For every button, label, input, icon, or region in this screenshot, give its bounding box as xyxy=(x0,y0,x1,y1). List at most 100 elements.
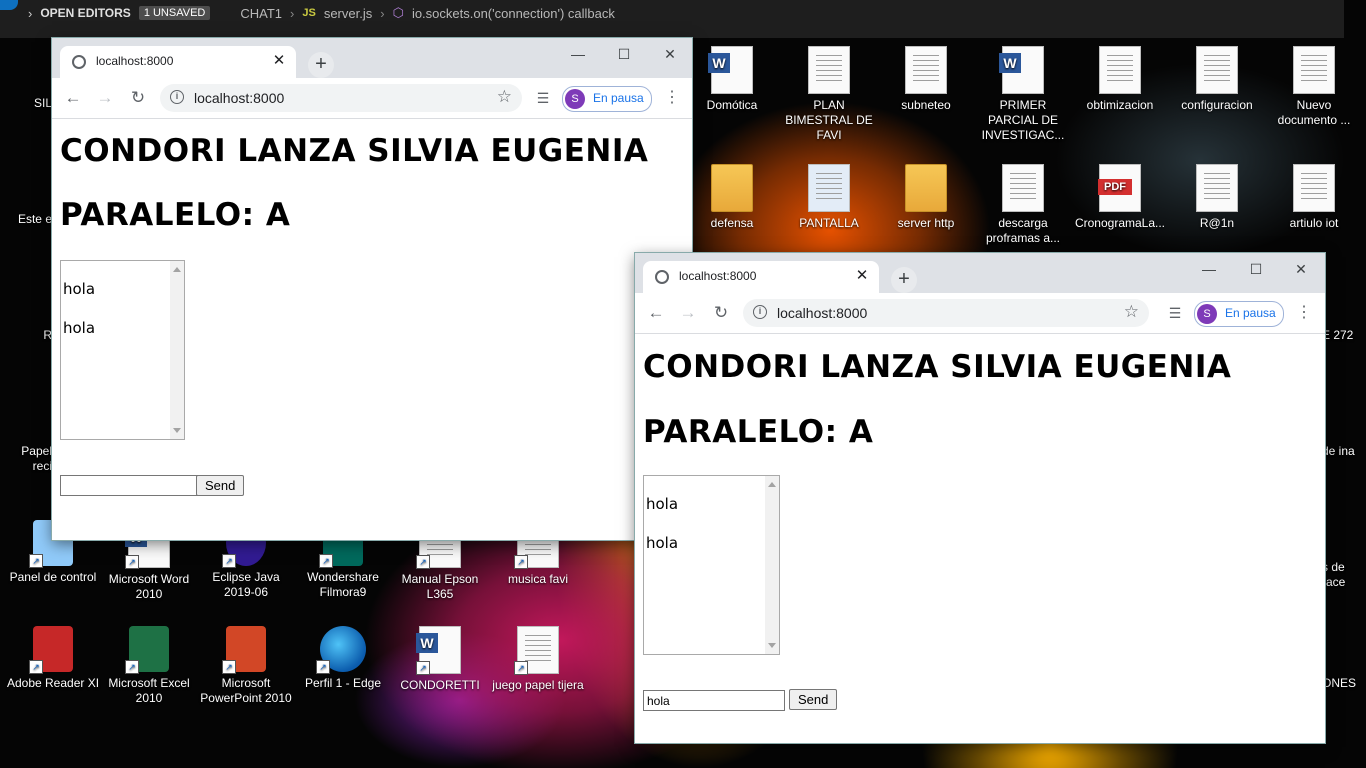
profile-button[interactable]: S En pausa xyxy=(1194,301,1284,327)
media-control-icon[interactable]: ☰ xyxy=(533,88,553,108)
vscode-breadcrumb-bar: › OPEN EDITORS 1 UNSAVED CHAT1 › JS serv… xyxy=(0,0,1344,38)
student-name-heading: CONDORI LANZA SILVIA EUGENIA xyxy=(643,349,1232,385)
desktop-icon[interactable]: W ↗ CONDORETTI xyxy=(392,626,488,693)
chevron-right-icon[interactable]: › xyxy=(28,6,32,21)
desktop-icon-label: CronogramaLa... xyxy=(1074,216,1166,230)
browser-toolbar: ← → ↻ i localhost:8000 ☆ ☰ S En pausa ⋮ xyxy=(52,78,692,119)
minimize-icon[interactable]: — xyxy=(1195,259,1223,279)
close-tab-icon[interactable]: ✕ xyxy=(270,52,288,70)
desktop-icon-label: subneteo xyxy=(901,98,951,112)
forward-arrow-icon[interactable]: → xyxy=(677,302,699,324)
desktop-icon-partial[interactable]: de ina xyxy=(1322,444,1366,459)
scroll-down-arrow-icon[interactable] xyxy=(173,428,181,433)
messages-list[interactable]: hola hola xyxy=(643,475,780,655)
reload-icon[interactable]: ↻ xyxy=(127,87,149,109)
desktop-icon-partial[interactable]: ONES xyxy=(1322,676,1366,691)
desktop-icon-partial[interactable]: E 272 xyxy=(1322,328,1366,343)
open-editors-label[interactable]: OPEN EDITORS xyxy=(40,6,130,20)
maximize-icon[interactable]: ☐ xyxy=(610,44,638,64)
desktop-icon-partial[interactable]: SIL xyxy=(0,96,52,111)
desktop-icon[interactable]: PLAN BIMESTRAL DE FAVI xyxy=(781,46,877,143)
minimize-icon[interactable]: — xyxy=(564,44,592,64)
scrollbar[interactable] xyxy=(765,476,779,654)
desktop-icon[interactable]: server http xyxy=(878,164,974,231)
address-bar[interactable]: i localhost:8000 ☆ xyxy=(160,84,522,112)
maximize-icon[interactable]: ☐ xyxy=(1242,259,1270,279)
scroll-down-arrow-icon[interactable] xyxy=(768,643,776,648)
message-item: hola xyxy=(63,280,96,298)
scroll-up-arrow-icon[interactable] xyxy=(173,267,181,272)
tab-title: localhost:8000 xyxy=(96,54,174,68)
reload-icon[interactable]: ↻ xyxy=(710,302,732,324)
tab-title: localhost:8000 xyxy=(679,269,757,283)
shortcut-arrow-icon: ↗ xyxy=(29,554,43,568)
send-button[interactable]: Send xyxy=(789,689,838,710)
breadcrumb-symbol[interactable]: io.sockets.on('connection') callback xyxy=(412,6,615,21)
close-tab-icon[interactable]: ✕ xyxy=(853,267,871,285)
desktop-icon-partial[interactable]: R xyxy=(0,328,52,343)
browser-titlebar: localhost:8000 ✕ + — ☐ ✕ xyxy=(635,253,1325,293)
back-arrow-icon[interactable]: ← xyxy=(62,87,84,109)
desktop-icon[interactable]: PDF CronogramaLa... xyxy=(1072,164,1168,231)
image-file-icon xyxy=(808,164,850,212)
document-icon: ↗ xyxy=(514,626,559,675)
send-button[interactable]: Send xyxy=(196,475,245,496)
desktop-icon-label: Domótica xyxy=(706,98,758,112)
breadcrumb-file[interactable]: server.js xyxy=(324,6,372,21)
new-tab-button[interactable]: + xyxy=(308,52,334,78)
address-url[interactable]: localhost:8000 xyxy=(194,90,284,106)
address-bar[interactable]: i localhost:8000 ☆ xyxy=(743,299,1149,327)
desktop-icon[interactable]: defensa xyxy=(684,164,780,231)
close-window-icon[interactable]: ✕ xyxy=(1287,259,1315,279)
browser-tab[interactable]: localhost:8000 ✕ xyxy=(60,46,296,78)
media-control-icon[interactable]: ☰ xyxy=(1165,303,1185,323)
folder-icon xyxy=(905,164,947,212)
scroll-up-arrow-icon[interactable] xyxy=(768,482,776,487)
desktop-icon[interactable]: ↗ Adobe Reader XI xyxy=(5,626,101,691)
info-icon[interactable]: i xyxy=(170,90,184,104)
desktop-icon[interactable]: artiulo iot xyxy=(1266,164,1362,231)
message-input[interactable] xyxy=(643,690,785,711)
menu-kebab-icon[interactable]: ⋮ xyxy=(1296,303,1312,323)
address-url[interactable]: localhost:8000 xyxy=(777,305,867,321)
desktop-icon[interactable]: PANTALLA xyxy=(781,164,877,231)
messages-list[interactable]: hola hola xyxy=(60,260,185,440)
desktop-icon[interactable]: ↗ Perfil 1 - Edge xyxy=(295,626,391,691)
menu-kebab-icon[interactable]: ⋮ xyxy=(664,88,680,108)
shortcut-arrow-icon: ↗ xyxy=(29,660,43,674)
message-item: hola xyxy=(646,534,679,552)
paralelo-heading: PARALELO: A xyxy=(643,414,874,450)
desktop-icon[interactable]: obtimizacion xyxy=(1072,46,1168,113)
desktop-icon[interactable]: configuracion xyxy=(1169,46,1265,113)
document-icon xyxy=(905,46,947,94)
desktop-icon-partial[interactable]: s de race xyxy=(1322,560,1366,590)
profile-button[interactable]: S En pausa xyxy=(562,86,652,112)
desktop-icon[interactable]: W PRIMER PARCIAL DE INVESTIGAC... xyxy=(975,46,1071,143)
desktop-icon[interactable]: R@1n xyxy=(1169,164,1265,231)
bookmark-star-icon[interactable]: ☆ xyxy=(1124,302,1139,322)
shortcut-arrow-icon: ↗ xyxy=(514,555,528,569)
new-tab-button[interactable]: + xyxy=(891,267,917,293)
document-icon xyxy=(1099,46,1141,94)
desktop-icon-partial[interactable]: Papel reci xyxy=(0,444,52,474)
desktop-icon[interactable]: ↗ Microsoft Excel 2010 xyxy=(101,626,197,706)
desktop-icon-partial[interactable]: Este e xyxy=(0,212,52,227)
desktop-icon[interactable]: subneteo xyxy=(878,46,974,113)
browser-toolbar: ← → ↻ i localhost:8000 ☆ ☰ S En pausa ⋮ xyxy=(635,293,1325,334)
browser-tab[interactable]: localhost:8000 ✕ xyxy=(643,261,879,293)
desktop-icon[interactable]: Nuevo documento ... xyxy=(1266,46,1362,128)
bookmark-star-icon[interactable]: ☆ xyxy=(497,87,512,107)
desktop-icon[interactable]: ↗ juego papel tijera xyxy=(490,626,586,693)
forward-arrow-icon[interactable]: → xyxy=(94,87,116,109)
shortcut-arrow-icon: ↗ xyxy=(222,554,236,568)
desktop-icon[interactable]: ↗ Microsoft PowerPoint 2010 xyxy=(198,626,294,706)
desktop-icon-label: PLAN BIMESTRAL DE FAVI xyxy=(785,98,873,142)
close-window-icon[interactable]: ✕ xyxy=(656,44,684,64)
desktop-icon[interactable]: descarga proframas a... xyxy=(975,164,1071,246)
back-arrow-icon[interactable]: ← xyxy=(645,302,667,324)
scrollbar[interactable] xyxy=(170,261,184,439)
breadcrumb-folder[interactable]: CHAT1 xyxy=(240,6,282,21)
message-input[interactable] xyxy=(60,475,198,496)
info-icon[interactable]: i xyxy=(753,305,767,319)
desktop-icon[interactable]: W Domótica xyxy=(684,46,780,113)
